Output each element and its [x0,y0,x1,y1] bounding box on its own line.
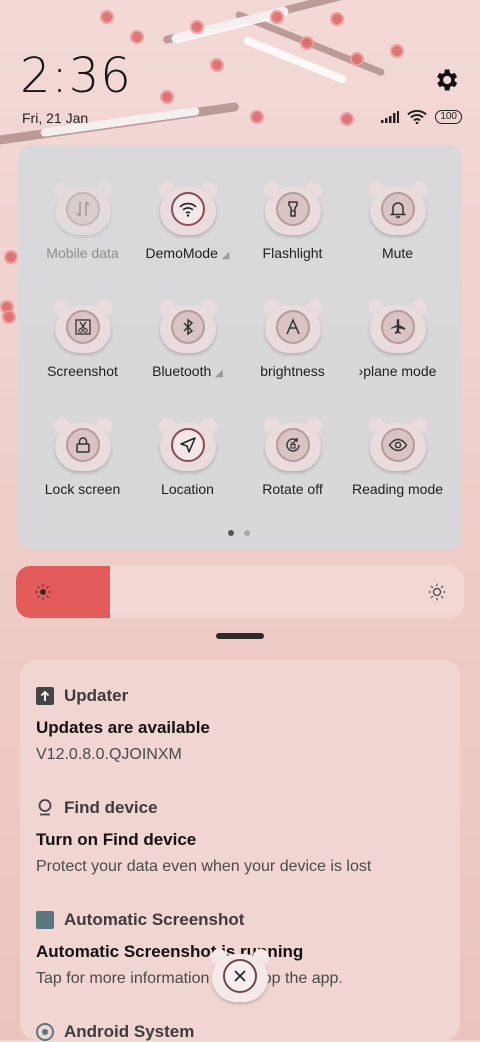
status-icons: 100 [381,110,462,124]
battery-icon: 100 [435,110,462,124]
brightness-slider[interactable] [16,566,464,618]
upload-icon [36,687,54,705]
notification-text: V12.0.8.0.QJOINXM [36,746,182,763]
page-indicator [228,530,250,536]
tile-label: brightness [260,363,325,379]
signal-icon [381,111,400,123]
tile-label: Mobile data [46,245,119,261]
tile-label: Mute [381,245,414,261]
location-pin-icon [38,799,52,816]
close-notifications-button[interactable] [210,948,270,1004]
wifi-icon [178,202,197,217]
notification-find-device[interactable]: Find device Turn on Find device Protect … [36,798,371,876]
rotate-lock-icon [285,438,300,452]
brightness-high-icon [428,583,446,601]
tile-label: Bluetooth ◢ [152,363,223,379]
tile-mute[interactable]: Mute [345,182,450,261]
eye-icon [388,438,407,452]
android-icon [36,1023,54,1041]
tile-screenshot[interactable]: Screenshot [30,300,135,379]
tile-rotate-off[interactable]: Rotate off [240,418,345,497]
tile-airplane-mode[interactable]: ›plane mode [345,300,450,379]
notification-app-name: Automatic Screenshot [64,910,245,929]
tile-label: Lock screen [44,481,121,497]
tile-label: Reading mode [351,481,444,497]
quick-settings-panel: Mobile data DemoMode ◢ Flashlight Mute S… [18,145,462,550]
tile-lock-screen[interactable]: Lock screen [30,418,135,497]
tile-label: DemoMode ◢ [145,245,230,261]
date: Fri, 21 Jan [22,110,89,126]
app-square-icon [36,911,54,929]
flashlight-icon [287,201,298,217]
notification-title: Updates are available [36,718,210,737]
tile-brightness[interactable]: brightness [240,300,345,379]
close-icon [234,970,246,982]
tile-label: ›plane mode [358,363,437,379]
tile-mobile-data[interactable]: Mobile data [30,182,135,261]
expand-triangle-icon: ◢ [215,368,223,379]
tile-label: Flashlight [262,245,323,261]
scissors-icon [74,319,91,335]
tile-label: Screenshot [47,363,118,379]
auto-brightness-icon [285,318,300,335]
brightness-fill [16,566,111,618]
tile-flashlight[interactable]: Flashlight [240,182,345,261]
tile-label: Location [161,481,214,497]
bell-icon [389,202,406,219]
lock-icon [75,437,90,453]
notification-text: Protect your data even when your device … [36,858,372,875]
drag-handle[interactable] [216,633,264,639]
tile-reading-mode[interactable]: Reading mode [345,418,450,497]
gear-icon[interactable] [432,66,460,94]
page-dot [244,530,250,536]
notification-app-name: Find device [64,798,158,817]
wifi-icon [407,110,428,124]
tile-label: Rotate off [262,481,323,497]
notification-android-system[interactable]: Android System [36,1022,194,1042]
expand-triangle-icon: ◢ [221,250,230,261]
notification-title: Turn on Find device [36,830,197,849]
airplane-icon [390,319,405,334]
page-dot-active [228,530,234,536]
location-arrow-icon [179,437,196,453]
tile-bluetooth[interactable]: Bluetooth ◢ [135,300,240,379]
bluetooth-icon [182,318,193,336]
tile-demo-mode[interactable]: DemoMode ◢ [135,182,240,261]
notification-app-name: Updater [64,686,129,705]
clock: 2:36 [20,48,132,104]
notification-app-name: Android System [64,1022,195,1041]
tile-location[interactable]: Location [135,418,240,497]
notification-updater[interactable]: Updater Updates are available V12.0.8.0.… [36,686,210,764]
mobile-data-icon [75,201,90,217]
brightness-low-icon [35,584,51,600]
